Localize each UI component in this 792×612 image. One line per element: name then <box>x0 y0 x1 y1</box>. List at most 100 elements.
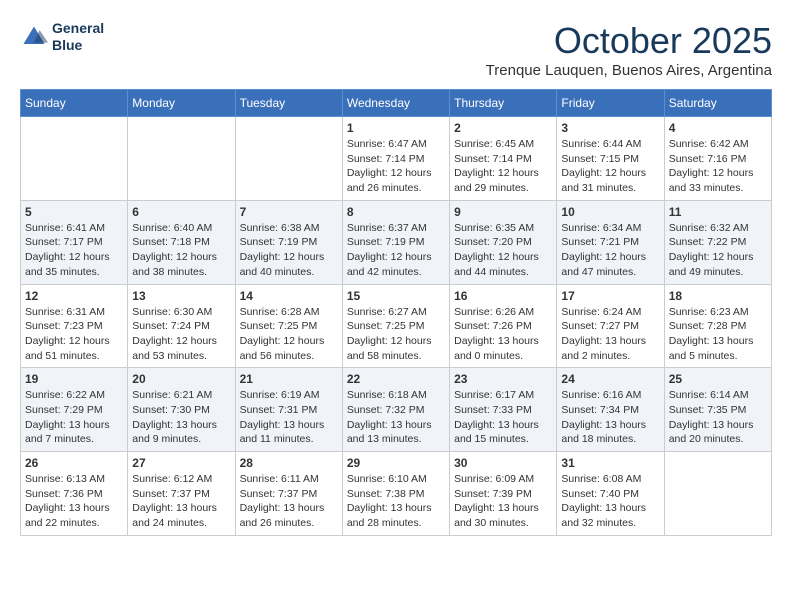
day-info: Sunrise: 6:22 AMSunset: 7:29 PMDaylight:… <box>25 388 123 447</box>
day-number: 13 <box>132 289 230 303</box>
day-number: 12 <box>25 289 123 303</box>
weekday-header-wednesday: Wednesday <box>342 90 449 117</box>
calendar-cell: 25 Sunrise: 6:14 AMSunset: 7:35 PMDayligh… <box>664 368 771 452</box>
title-section: October 2025 Trenque Lauquen, Buenos Air… <box>486 20 772 79</box>
day-number: 25 <box>669 372 767 386</box>
day-number: 7 <box>240 205 338 219</box>
day-number: 21 <box>240 372 338 386</box>
weekday-header-friday: Friday <box>557 90 664 117</box>
day-number: 29 <box>347 456 445 470</box>
weekday-header-tuesday: Tuesday <box>235 90 342 117</box>
day-info: Sunrise: 6:21 AMSunset: 7:30 PMDaylight:… <box>132 388 230 447</box>
day-number: 30 <box>454 456 552 470</box>
day-number: 19 <box>25 372 123 386</box>
day-info: Sunrise: 6:40 AMSunset: 7:18 PMDaylight:… <box>132 221 230 280</box>
day-info: Sunrise: 6:32 AMSunset: 7:22 PMDaylight:… <box>669 221 767 280</box>
day-info: Sunrise: 6:08 AMSunset: 7:40 PMDaylight:… <box>561 472 659 531</box>
day-info: Sunrise: 6:13 AMSunset: 7:36 PMDaylight:… <box>25 472 123 531</box>
calendar-cell: 11 Sunrise: 6:32 AMSunset: 7:22 PMDayligh… <box>664 200 771 284</box>
logo: General Blue <box>20 20 104 54</box>
day-info: Sunrise: 6:45 AMSunset: 7:14 PMDaylight:… <box>454 137 552 196</box>
logo-icon <box>20 23 48 51</box>
day-info: Sunrise: 6:11 AMSunset: 7:37 PMDaylight:… <box>240 472 338 531</box>
calendar-cell: 4 Sunrise: 6:42 AMSunset: 7:16 PMDaylight… <box>664 117 771 201</box>
day-number: 4 <box>669 121 767 135</box>
calendar-cell: 9Sunrise: 6:35 AMSunset: 7:20 PMDaylight… <box>450 200 557 284</box>
day-number: 15 <box>347 289 445 303</box>
week-row-5: 26 Sunrise: 6:13 AMSunset: 7:36 PMDayligh… <box>21 452 772 536</box>
calendar-cell: 22 Sunrise: 6:18 AMSunset: 7:32 PMDayligh… <box>342 368 449 452</box>
week-row-2: 5 Sunrise: 6:41 AMSunset: 7:17 PMDaylight… <box>21 200 772 284</box>
calendar-cell: 27Sunrise: 6:12 AMSunset: 7:37 PMDayligh… <box>128 452 235 536</box>
calendar-cell: 8Sunrise: 6:37 AMSunset: 7:19 PMDaylight… <box>342 200 449 284</box>
calendar-cell: 5 Sunrise: 6:41 AMSunset: 7:17 PMDaylight… <box>21 200 128 284</box>
week-row-1: 1Sunrise: 6:47 AMSunset: 7:14 PMDaylight… <box>21 117 772 201</box>
logo-line1: General <box>52 20 104 37</box>
calendar-cell: 30 Sunrise: 6:09 AMSunset: 7:39 PMDayligh… <box>450 452 557 536</box>
day-info: Sunrise: 6:41 AMSunset: 7:17 PMDaylight:… <box>25 221 123 280</box>
calendar-cell: 1Sunrise: 6:47 AMSunset: 7:14 PMDaylight… <box>342 117 449 201</box>
calendar-cell: 17Sunrise: 6:24 AMSunset: 7:27 PMDayligh… <box>557 284 664 368</box>
logo-line2: Blue <box>52 37 104 54</box>
day-number: 28 <box>240 456 338 470</box>
day-info: Sunrise: 6:38 AMSunset: 7:19 PMDaylight:… <box>240 221 338 280</box>
calendar-table: SundayMondayTuesdayWednesdayThursdayFrid… <box>20 89 772 536</box>
calendar-cell: 13 Sunrise: 6:30 AMSunset: 7:24 PMDayligh… <box>128 284 235 368</box>
day-number: 17 <box>561 289 659 303</box>
weekday-header-sunday: Sunday <box>21 90 128 117</box>
calendar-cell: 2 Sunrise: 6:45 AMSunset: 7:14 PMDaylight… <box>450 117 557 201</box>
calendar-cell: 19 Sunrise: 6:22 AMSunset: 7:29 PMDayligh… <box>21 368 128 452</box>
day-number: 10 <box>561 205 659 219</box>
day-number: 18 <box>669 289 767 303</box>
calendar-cell: 20Sunrise: 6:21 AMSunset: 7:30 PMDayligh… <box>128 368 235 452</box>
calendar-cell: 16Sunrise: 6:26 AMSunset: 7:26 PMDayligh… <box>450 284 557 368</box>
day-info: Sunrise: 6:10 AMSunset: 7:38 PMDaylight:… <box>347 472 445 531</box>
day-number: 14 <box>240 289 338 303</box>
day-info: Sunrise: 6:28 AMSunset: 7:25 PMDaylight:… <box>240 305 338 364</box>
day-info: Sunrise: 6:23 AMSunset: 7:28 PMDaylight:… <box>669 305 767 364</box>
weekday-header-thursday: Thursday <box>450 90 557 117</box>
day-info: Sunrise: 6:17 AMSunset: 7:33 PMDaylight:… <box>454 388 552 447</box>
day-number: 27 <box>132 456 230 470</box>
calendar-cell: 21Sunrise: 6:19 AMSunset: 7:31 PMDayligh… <box>235 368 342 452</box>
day-number: 6 <box>132 205 230 219</box>
day-info: Sunrise: 6:35 AMSunset: 7:20 PMDaylight:… <box>454 221 552 280</box>
day-number: 11 <box>669 205 767 219</box>
day-info: Sunrise: 6:09 AMSunset: 7:39 PMDaylight:… <box>454 472 552 531</box>
day-info: Sunrise: 6:30 AMSunset: 7:24 PMDaylight:… <box>132 305 230 364</box>
calendar-cell: 6 Sunrise: 6:40 AMSunset: 7:18 PMDaylight… <box>128 200 235 284</box>
calendar-cell: 10 Sunrise: 6:34 AMSunset: 7:21 PMDayligh… <box>557 200 664 284</box>
day-info: Sunrise: 6:34 AMSunset: 7:21 PMDaylight:… <box>561 221 659 280</box>
day-info: Sunrise: 6:37 AMSunset: 7:19 PMDaylight:… <box>347 221 445 280</box>
calendar-cell <box>235 117 342 201</box>
header: General Blue October 2025 Trenque Lauque… <box>20 20 772 79</box>
calendar-cell: 24Sunrise: 6:16 AMSunset: 7:34 PMDayligh… <box>557 368 664 452</box>
day-number: 24 <box>561 372 659 386</box>
day-info: Sunrise: 6:27 AMSunset: 7:25 PMDaylight:… <box>347 305 445 364</box>
calendar-cell: 15 Sunrise: 6:27 AMSunset: 7:25 PMDayligh… <box>342 284 449 368</box>
week-row-4: 19 Sunrise: 6:22 AMSunset: 7:29 PMDayligh… <box>21 368 772 452</box>
day-info: Sunrise: 6:14 AMSunset: 7:35 PMDaylight:… <box>669 388 767 447</box>
day-number: 5 <box>25 205 123 219</box>
day-number: 26 <box>25 456 123 470</box>
calendar-cell: 29 Sunrise: 6:10 AMSunset: 7:38 PMDayligh… <box>342 452 449 536</box>
calendar-cell <box>128 117 235 201</box>
day-number: 22 <box>347 372 445 386</box>
day-number: 2 <box>454 121 552 135</box>
location-subtitle: Trenque Lauquen, Buenos Aires, Argentina <box>486 62 772 79</box>
calendar-cell <box>21 117 128 201</box>
day-info: Sunrise: 6:18 AMSunset: 7:32 PMDaylight:… <box>347 388 445 447</box>
calendar-cell <box>664 452 771 536</box>
day-number: 23 <box>454 372 552 386</box>
day-info: Sunrise: 6:42 AMSunset: 7:16 PMDaylight:… <box>669 137 767 196</box>
day-number: 31 <box>561 456 659 470</box>
calendar-cell: 28 Sunrise: 6:11 AMSunset: 7:37 PMDayligh… <box>235 452 342 536</box>
calendar-cell: 18 Sunrise: 6:23 AMSunset: 7:28 PMDayligh… <box>664 284 771 368</box>
calendar-cell: 14 Sunrise: 6:28 AMSunset: 7:25 PMDayligh… <box>235 284 342 368</box>
weekday-header-row: SundayMondayTuesdayWednesdayThursdayFrid… <box>21 90 772 117</box>
day-info: Sunrise: 6:44 AMSunset: 7:15 PMDaylight:… <box>561 137 659 196</box>
day-info: Sunrise: 6:47 AMSunset: 7:14 PMDaylight:… <box>347 137 445 196</box>
calendar-cell: 7 Sunrise: 6:38 AMSunset: 7:19 PMDaylight… <box>235 200 342 284</box>
calendar-cell: 26 Sunrise: 6:13 AMSunset: 7:36 PMDayligh… <box>21 452 128 536</box>
day-info: Sunrise: 6:26 AMSunset: 7:26 PMDaylight:… <box>454 305 552 364</box>
